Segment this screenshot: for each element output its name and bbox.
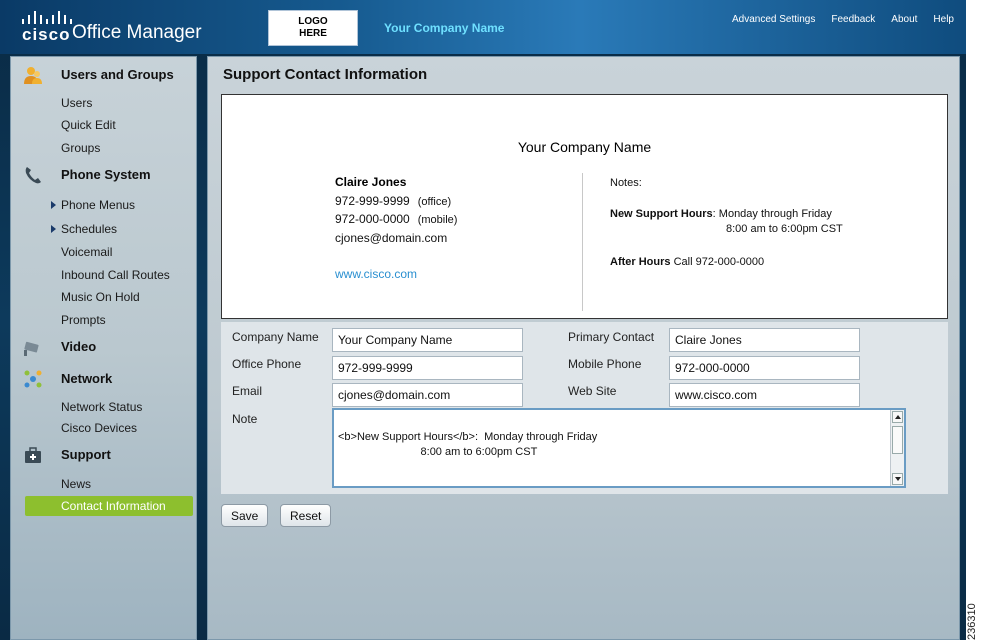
office-manager-app: cisco Office Manager LOGO HERE Your Comp… xyxy=(0,0,966,640)
primary-contact-label: Primary Contact xyxy=(568,330,655,344)
sidebar-section-label: Network xyxy=(61,371,113,386)
sidebar-item-prompts[interactable]: Prompts xyxy=(61,313,106,327)
email-input[interactable] xyxy=(332,383,523,407)
sidebar-section-label: Video xyxy=(61,339,97,354)
logo-placeholder-text: LOGO HERE xyxy=(298,16,328,39)
preview-after-hours: After Hours Call 972-000-0000 xyxy=(610,256,764,268)
preview-after-hours-label: After Hours xyxy=(610,256,671,268)
sidebar-item-music-on-hold[interactable]: Music On Hold xyxy=(61,290,140,304)
cisco-bars-icon xyxy=(22,10,72,24)
preview-contact-name: Claire Jones xyxy=(335,175,407,189)
sidebar-item-phone-menus[interactable]: Phone Menus xyxy=(61,198,135,212)
preview-mobile-tag: (mobile) xyxy=(417,214,458,226)
figure-id: 236310 xyxy=(966,603,978,640)
page-title: Support Contact Information xyxy=(223,66,428,83)
company-name-label: Company Name xyxy=(232,330,319,344)
scroll-up-button[interactable] xyxy=(892,411,903,423)
sidebar-item-quick-edit[interactable]: Quick Edit xyxy=(61,118,116,132)
email-label: Email xyxy=(232,384,263,398)
sidebar-section-phone-system[interactable]: Phone System xyxy=(11,164,198,186)
sidebar-section-video[interactable]: Video xyxy=(11,336,198,358)
sidebar-section-label: Phone System xyxy=(61,167,151,182)
sidebar-section-network[interactable]: Network xyxy=(11,368,198,390)
cisco-wordmark: cisco xyxy=(22,25,71,44)
preview-support-hours: New Support Hours: Monday through Friday xyxy=(610,208,832,220)
preview-notes-label: Notes: xyxy=(610,177,642,189)
preview-email: cjones@domain.com xyxy=(335,231,448,245)
preview-office-phone-number: 972-999-9999 xyxy=(335,194,410,208)
video-camera-icon xyxy=(24,341,39,356)
note-textarea[interactable]: <b>New Support Hours</b>: Monday through… xyxy=(332,408,906,488)
header-company-name: Your Company Name xyxy=(384,21,505,35)
sidebar-item-groups[interactable]: Groups xyxy=(61,141,100,155)
expand-arrow-icon[interactable] xyxy=(51,201,56,209)
note-scrollbar[interactable] xyxy=(890,410,904,486)
header-bar: cisco Office Manager LOGO HERE Your Comp… xyxy=(0,0,966,54)
sidebar-item-news[interactable]: News xyxy=(61,477,91,491)
reset-button[interactable]: Reset xyxy=(280,504,332,527)
expand-arrow-icon[interactable] xyxy=(51,225,56,233)
logo-placeholder: LOGO HERE xyxy=(268,10,358,46)
sidebar-item-inbound-call-routes[interactable]: Inbound Call Routes xyxy=(61,268,170,282)
office-phone-input[interactable] xyxy=(332,356,523,380)
arrow-up-icon xyxy=(895,415,901,419)
help-link[interactable]: Help xyxy=(933,14,954,25)
sidebar-item-users[interactable]: Users xyxy=(61,96,92,110)
contact-preview: Your Company Name Claire Jones 972-999-9… xyxy=(221,94,948,319)
preview-office-phone: 972-999-9999 (office) xyxy=(335,194,451,208)
preview-company-name: Your Company Name xyxy=(517,139,652,155)
about-link[interactable]: About xyxy=(891,14,917,25)
sidebar-item-contact-information[interactable]: Contact Information xyxy=(25,496,193,516)
sidebar-section-label: Support xyxy=(61,447,111,462)
note-textarea-content[interactable]: <b>New Support Hours</b>: Monday through… xyxy=(338,430,878,460)
phone-icon xyxy=(25,167,41,184)
sidebar-item-label: Contact Information xyxy=(61,499,166,513)
preview-support-hours-line1: : Monday through Friday xyxy=(712,208,832,220)
sidebar-item-network-status[interactable]: Network Status xyxy=(61,400,142,414)
company-name-input[interactable] xyxy=(332,328,523,352)
sidebar-section-label: Users and Groups xyxy=(61,67,174,82)
network-icon xyxy=(24,370,42,388)
preview-mobile-phone-number: 972-000-0000 xyxy=(335,212,410,226)
sidebar-section-support[interactable]: Support xyxy=(11,444,198,466)
preview-website-link[interactable]: www.cisco.com xyxy=(335,267,417,281)
top-links: Advanced Settings Feedback About Help xyxy=(732,14,954,25)
preview-after-hours-text: Call 972-000-0000 xyxy=(670,256,765,268)
sidebar-item-voicemail[interactable]: Voicemail xyxy=(61,245,112,259)
support-kit-icon xyxy=(25,447,41,463)
preview-office-tag: (office) xyxy=(417,196,452,208)
advanced-settings-link[interactable]: Advanced Settings xyxy=(732,14,815,25)
primary-contact-input[interactable] xyxy=(669,328,860,352)
scroll-down-button[interactable] xyxy=(892,473,903,485)
sidebar-item-schedules[interactable]: Schedules xyxy=(61,222,117,236)
mobile-phone-input[interactable] xyxy=(669,356,860,380)
save-button[interactable]: Save xyxy=(221,504,269,527)
app-title: Office Manager xyxy=(72,22,202,43)
feedback-link[interactable]: Feedback xyxy=(831,14,875,25)
preview-mobile-phone: 972-000-0000 (mobile) xyxy=(335,212,457,226)
preview-support-hours-label: New Support Hours xyxy=(610,208,713,220)
preview-divider xyxy=(582,173,583,311)
sidebar: Users and Groups Users Quick Edit Groups… xyxy=(10,56,197,640)
mobile-phone-label: Mobile Phone xyxy=(568,357,642,371)
arrow-down-icon xyxy=(895,477,901,481)
note-label: Note xyxy=(232,412,258,426)
main-panel: Support Contact Information Your Company… xyxy=(207,56,960,640)
scroll-thumb[interactable] xyxy=(892,426,903,454)
sidebar-item-cisco-devices[interactable]: Cisco Devices xyxy=(61,421,137,435)
users-icon xyxy=(24,67,42,84)
website-input[interactable] xyxy=(669,383,860,407)
website-label: Web Site xyxy=(568,384,617,398)
office-phone-label: Office Phone xyxy=(232,357,302,371)
contact-form: Company Name Primary Contact Office Phon… xyxy=(221,322,948,494)
preview-support-hours-line2: 8:00 am to 6:00pm CST xyxy=(726,223,843,235)
sidebar-section-users-and-groups[interactable]: Users and Groups xyxy=(11,64,198,86)
